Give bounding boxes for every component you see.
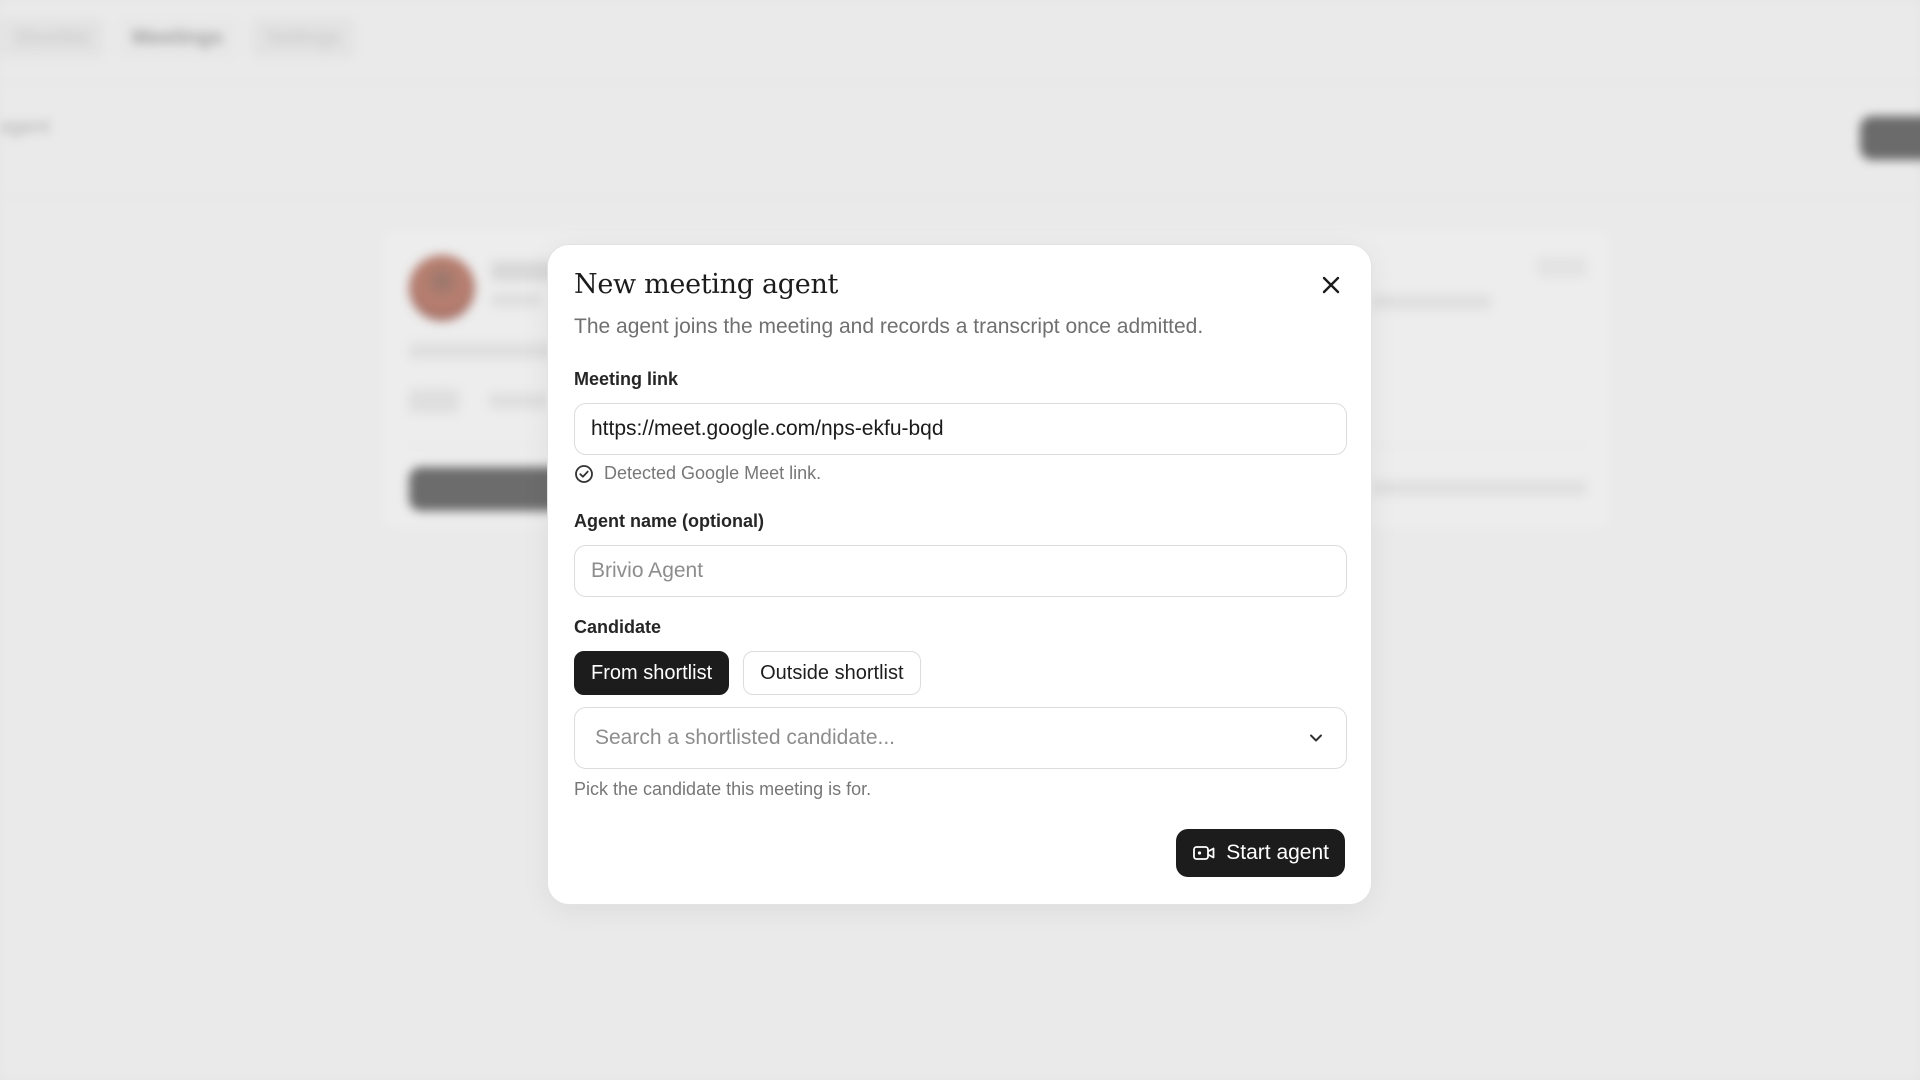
candidate-label: Candidate (574, 617, 662, 637)
agent-name-label: Agent name (optional) (574, 511, 764, 531)
candidate-search-placeholder: Search a shortlisted candidate... (595, 726, 896, 749)
candidate-help-text: Pick the candidate this meeting is for. (574, 779, 872, 799)
outside-shortlist-button[interactable]: Outside shortlist (743, 651, 921, 695)
start-agent-label: Start agent (1226, 841, 1329, 864)
check-circle-icon (575, 464, 593, 483)
candidate-search-select[interactable]: Search a shortlisted candidate... (574, 707, 1347, 769)
meeting-link-hint-text: Detected Google Meet link. (604, 463, 822, 483)
dialog-title: New meeting agent (574, 269, 839, 300)
close-icon (1322, 276, 1340, 294)
start-agent-button[interactable]: Start agent (1176, 829, 1345, 877)
new-meeting-agent-dialog: New meeting agent The agent joins the me… (547, 244, 1372, 905)
chevron-down-icon (1310, 734, 1322, 742)
agent-name-input[interactable] (574, 545, 1347, 597)
meeting-link-input[interactable] (574, 403, 1347, 455)
meeting-link-hint: Detected Google Meet link. (574, 463, 821, 484)
close-button[interactable] (1313, 267, 1349, 303)
meeting-link-label: Meeting link (574, 369, 679, 389)
from-shortlist-button[interactable]: From shortlist (574, 651, 730, 695)
dialog-subtitle: The agent joins the meeting and records … (574, 315, 1204, 338)
candidate-source-toggle: From shortlist Outside shortlist (574, 651, 921, 695)
video-camera-icon (1193, 846, 1215, 860)
